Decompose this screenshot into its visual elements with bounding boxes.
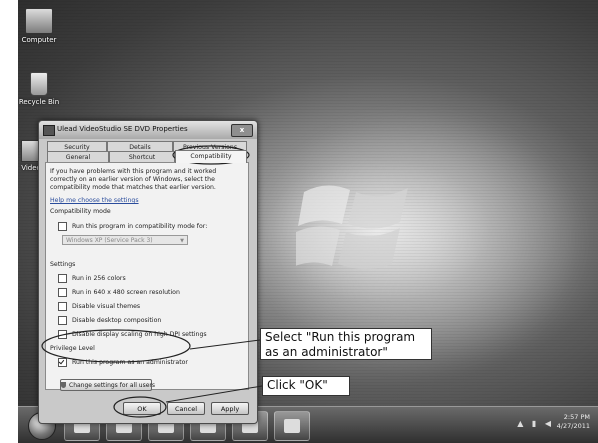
tray-icons[interactable]: ▲ ▮ ◀ [517,419,554,428]
windows-logo-icon [296,185,408,269]
computer-icon [25,8,53,34]
settings-group-label: Settings [50,261,76,268]
compat-mode-row[interactable]: Run this program in compatibility mode f… [58,221,207,231]
setting-row[interactable]: Disable desktop composition [58,315,161,325]
callout-click-ok: Click "OK" [262,376,350,396]
dialog-title: Ulead VideoStudio SE DVD Properties [57,125,188,133]
clock-time: 2:57 PM [563,413,590,421]
setting-label: Run in 256 colors [72,274,126,282]
desktop-icon-recycle-bin[interactable]: Recycle Bin [18,72,60,106]
chevron-down-icon: ▼ [180,238,184,244]
setting-row[interactable]: Disable visual themes [58,301,140,311]
compat-mode-value: Windows XP (Service Pack 3) [66,237,153,244]
callout-run-as-admin: Select "Run this program as an administr… [260,328,432,360]
app-icon-3 [284,419,300,433]
privilege-group-label: Privilege Level [50,345,95,352]
compat-mode-checkbox[interactable] [58,221,67,231]
run-as-admin-row[interactable]: Run this program as an administrator [58,357,188,367]
intro-text: If you have problems with this program a… [50,168,217,191]
help-link[interactable]: Help me choose the settings [50,197,139,204]
dialog-titlebar[interactable]: Ulead VideoStudio SE DVD Properties x [39,121,257,139]
clock-date: 4/27/2011 [556,422,590,430]
properties-dialog: Ulead VideoStudio SE DVD Properties x Se… [38,120,258,424]
setting-checkbox[interactable] [58,301,67,311]
setting-checkbox[interactable] [58,273,67,283]
setting-row[interactable]: Run in 640 x 480 screen resolution [58,287,180,297]
setting-label: Disable desktop composition [72,316,162,324]
desktop-icon-label: Computer [21,36,57,44]
shield-icon [61,382,66,388]
compat-mode-label: Run this program in compatibility mode f… [72,222,208,230]
setting-checkbox[interactable] [58,329,67,339]
taskbar-app-3[interactable] [274,411,310,441]
desktop-icon-computer[interactable]: Computer [18,8,60,44]
setting-label: Run in 640 x 480 screen resolution [72,288,180,296]
setting-label: Disable visual themes [72,302,141,310]
tab-general[interactable]: General [47,151,109,162]
change-settings-label: Change settings for all users [69,382,156,389]
app-icon [43,125,55,136]
cancel-button[interactable]: Cancel [167,402,205,415]
tab-shortcut[interactable]: Shortcut [109,151,175,162]
setting-row[interactable]: Disable display scaling on high DPI sett… [58,329,207,339]
compat-group-label: Compatibility mode [50,208,111,215]
run-as-admin-checkbox[interactable] [58,357,67,367]
recycle-bin-icon [30,72,48,96]
setting-row[interactable]: Run in 256 colors [58,273,126,283]
setting-checkbox[interactable] [58,287,67,297]
tab-compatibility[interactable]: Compatibility [175,150,247,163]
compat-mode-select[interactable]: Windows XP (Service Pack 3) ▼ [62,235,188,245]
change-settings-all-users-button[interactable]: Change settings for all users [60,379,156,391]
compatibility-panel: If you have problems with this program a… [45,162,249,391]
desktop-icon-label: Recycle Bin [18,98,60,106]
setting-checkbox[interactable] [58,315,67,325]
run-as-admin-label: Run this program as an administrator [72,358,188,366]
ok-button[interactable]: OK [123,402,161,415]
close-button[interactable]: x [231,124,253,137]
clock[interactable]: 2:57 PM 4/27/2011 [557,413,590,431]
apply-button[interactable]: Apply [211,402,249,415]
setting-label: Disable display scaling on high DPI sett… [72,330,207,338]
